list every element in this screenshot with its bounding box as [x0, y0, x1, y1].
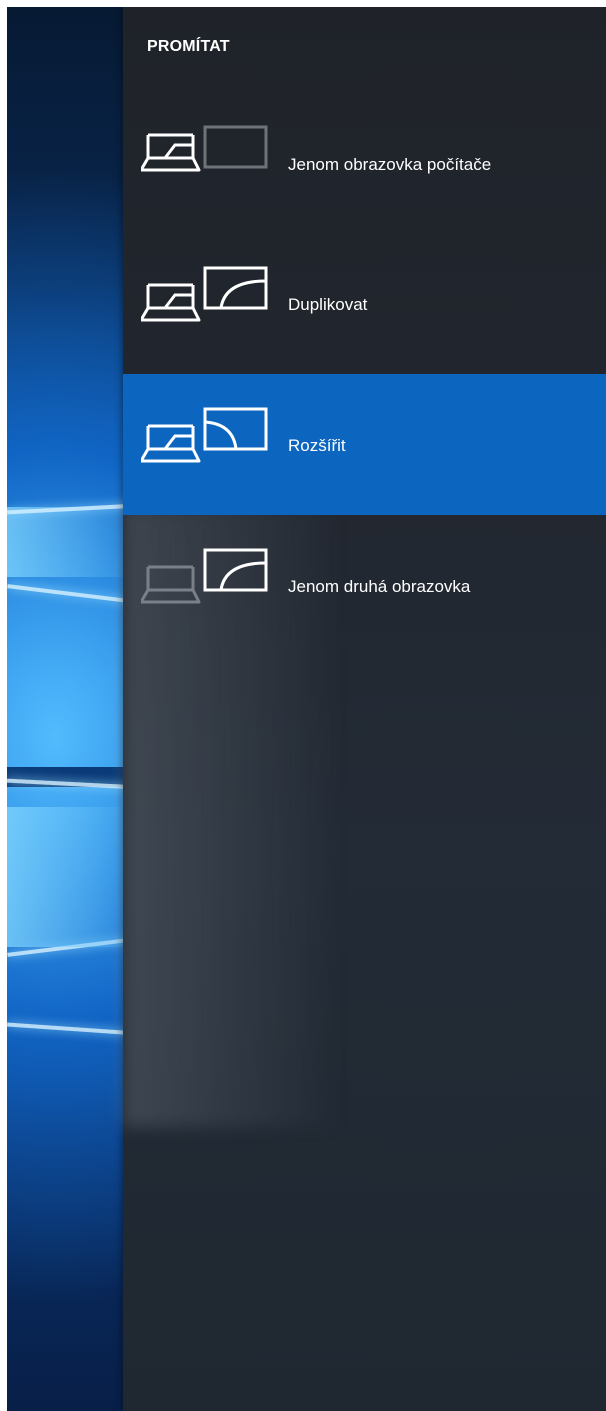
project-panel: PROMÍTAT Jenom obrazovka počítače Duplik… — [123, 7, 606, 1411]
duplicate-icon — [141, 266, 268, 322]
option-label: Jenom obrazovka počítače — [288, 155, 492, 174]
option-label: Rozšířit — [288, 436, 346, 455]
extend-icon — [141, 407, 268, 463]
wallpaper-light-band — [7, 807, 137, 947]
desktop-frame: PROMÍTAT Jenom obrazovka počítače Duplik… — [7, 7, 606, 1411]
second-screen-only-icon — [141, 548, 268, 604]
option-duplicate[interactable]: Duplikovat — [123, 233, 606, 374]
wallpaper-light-beam — [7, 1022, 137, 1036]
pc-screen-only-icon — [141, 125, 268, 172]
option-label: Duplikovat — [288, 295, 368, 314]
option-second-screen-only[interactable]: Jenom druhá obrazovka — [123, 515, 606, 656]
wallpaper-light-band — [7, 507, 137, 577]
panel-title: PROMÍTAT — [147, 38, 230, 55]
option-extend[interactable]: Rozšířit — [123, 374, 606, 515]
option-label: Jenom druhá obrazovka — [288, 577, 471, 596]
option-pc-screen-only[interactable]: Jenom obrazovka počítače — [123, 92, 606, 233]
wallpaper-light-beam — [7, 584, 137, 604]
